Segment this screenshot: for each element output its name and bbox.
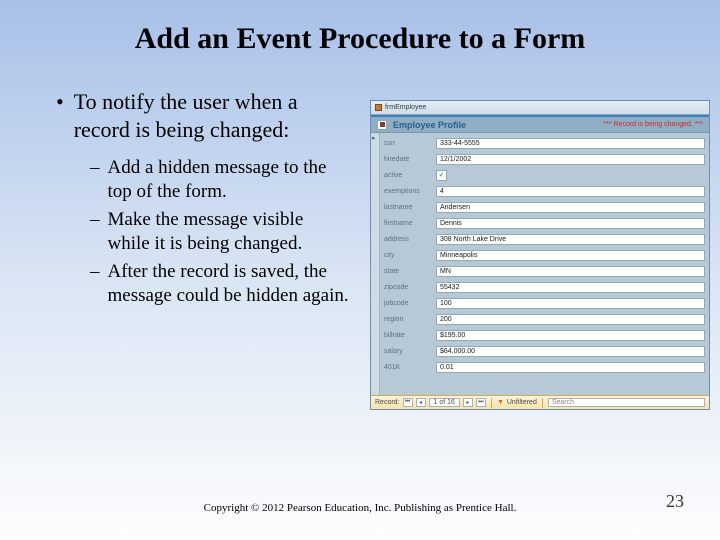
field-input[interactable]: 4 [436, 186, 705, 197]
form-screenshot: frmEmployee Employee Profile *** Record … [370, 100, 710, 410]
field-label: lastname [384, 204, 432, 211]
sub-text: After the record is saved, the message c… [108, 260, 351, 308]
page-number: 23 [666, 491, 684, 512]
field-label: firstname [384, 220, 432, 227]
form-tab-icon [375, 104, 382, 111]
bullet-icon: • [56, 88, 64, 116]
field-input[interactable]: 12/1/2002 [436, 154, 705, 165]
bullet-text: To notify the user when a record is bein… [74, 88, 354, 144]
field-row: 401K 0.01 [384, 359, 705, 375]
field-input[interactable]: 100 [436, 298, 705, 309]
nav-first-button[interactable]: ⏮ [403, 398, 413, 407]
field-row: ssn 333-44-5555 [384, 135, 705, 151]
field-input[interactable]: 55432 [436, 282, 705, 293]
sub-bullet: – After the record is saved, the message… [90, 260, 350, 308]
dash-icon: – [90, 156, 100, 204]
filter-icon[interactable]: ▼ [497, 399, 504, 406]
field-label: address [384, 236, 432, 243]
field-input[interactable]: Minneapolis [436, 250, 705, 261]
nav-separator [542, 398, 543, 408]
sub-text: Make the message visible while it is bei… [108, 208, 351, 256]
field-row: state MN [384, 263, 705, 279]
field-label: hiredate [384, 156, 432, 163]
field-label: city [384, 252, 432, 259]
field-row: address 308 North Lake Drive [384, 231, 705, 247]
nav-next-button[interactable]: ▸ [463, 398, 473, 407]
nav-search-input[interactable]: Search [548, 398, 705, 407]
form-header-icon [377, 120, 387, 130]
field-label: region [384, 316, 432, 323]
nav-last-button[interactable]: ⏭ [476, 398, 486, 407]
sub-text: Add a hidden message to the top of the f… [108, 156, 351, 204]
field-label: active [384, 172, 432, 179]
field-row: zipcode 55432 [384, 279, 705, 295]
field-input[interactable]: 333-44-5555 [436, 138, 705, 149]
field-row: city Minneapolis [384, 247, 705, 263]
field-label: exemptions [384, 188, 432, 195]
field-input[interactable]: 308 North Lake Drive [436, 234, 705, 245]
form-body: ssn 333-44-5555 hiredate 12/1/2002 active ✓ ex… [380, 133, 709, 395]
field-row: lastname Andersen [384, 199, 705, 215]
nav-position[interactable]: 1 of 16 [429, 398, 460, 407]
form-header-title: Employee Profile [393, 120, 466, 130]
field-input[interactable]: Dennis [436, 218, 705, 229]
field-label: billrate [384, 332, 432, 339]
field-input[interactable]: MN [436, 266, 705, 277]
dash-icon: – [90, 260, 100, 308]
nav-filter-label[interactable]: Unfiltered [507, 399, 537, 406]
field-row: firstname Dennis [384, 215, 705, 231]
slide-title: Add an Event Procedure to a Form [0, 0, 720, 70]
field-label: jobcode [384, 300, 432, 307]
field-row: salary $64,000.00 [384, 343, 705, 359]
field-label: salary [384, 348, 432, 355]
form-tab-label[interactable]: frmEmployee [385, 104, 426, 111]
field-row: jobcode 100 [384, 295, 705, 311]
field-input[interactable]: 0.01 [436, 362, 705, 373]
field-input[interactable]: $64,000.00 [436, 346, 705, 357]
field-row: active ✓ [384, 167, 705, 183]
record-selector[interactable] [371, 133, 380, 395]
field-input[interactable]: Andersen [436, 202, 705, 213]
field-input[interactable]: $195.00 [436, 330, 705, 341]
record-change-warning: *** Record is being changed. *** [603, 121, 703, 128]
field-row: exemptions 4 [384, 183, 705, 199]
sub-list: – Add a hidden message to the top of the… [90, 156, 350, 308]
field-row: billrate $195.00 [384, 327, 705, 343]
field-label: 401K [384, 364, 432, 371]
record-navigator: Record: ⏮ ◂ 1 of 16 ▸ ⏭ ▼ Unfiltered Sea… [371, 395, 709, 409]
sub-bullet: – Add a hidden message to the top of the… [90, 156, 350, 204]
copyright-footer: Copyright © 2012 Pearson Education, Inc.… [0, 502, 720, 514]
dash-icon: – [90, 208, 100, 256]
field-label: ssn [384, 140, 432, 147]
tab-bar: frmEmployee [371, 101, 709, 115]
field-row: hiredate 12/1/2002 [384, 151, 705, 167]
nav-record-label: Record: [375, 399, 400, 406]
field-input[interactable]: 200 [436, 314, 705, 325]
field-label: state [384, 268, 432, 275]
nav-separator [491, 398, 492, 408]
field-checkbox[interactable]: ✓ [436, 170, 447, 181]
sub-bullet: – Make the message visible while it is b… [90, 208, 350, 256]
field-label: zipcode [384, 284, 432, 291]
form-header: Employee Profile *** Record is being cha… [371, 115, 709, 133]
nav-prev-button[interactable]: ◂ [416, 398, 426, 407]
field-row: region 200 [384, 311, 705, 327]
